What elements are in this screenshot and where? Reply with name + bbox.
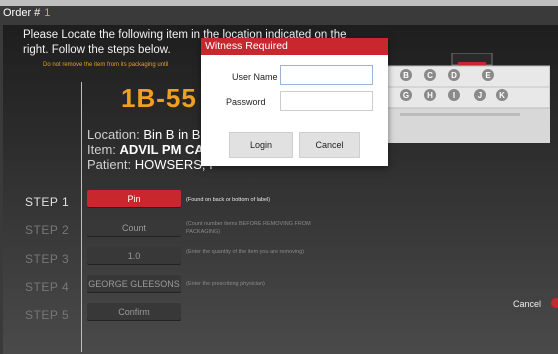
dialog-title: Witness Required — [201, 38, 388, 55]
bin-slot-b-label: B — [403, 71, 409, 80]
bin-slot-i-label: I — [453, 91, 455, 100]
item-info: Item: ADVIL PM CAP — [87, 142, 212, 157]
dialog-cancel-button[interactable]: Cancel — [299, 132, 360, 158]
location-code: 1B-55 — [121, 83, 197, 113]
item-value: ADVIL PM CAP — [119, 142, 213, 157]
cancel-indicator — [551, 298, 558, 308]
order-label: Order # — [3, 7, 41, 19]
step-1-label: STEP 1 — [25, 195, 70, 209]
step-2-hint: (Count number items BEFORE REMOVING FROM… — [186, 221, 311, 235]
step-3-hint: (Enter the quantity of the item you are … — [186, 249, 305, 255]
step-2-label: STEP 2 — [25, 223, 70, 237]
step-divider-line — [81, 82, 82, 352]
bin-slot-d-label: D — [451, 71, 457, 80]
step-4-hint: (Enter the prescribing physician) — [186, 281, 265, 287]
bin-slot-g-label: G — [403, 91, 409, 100]
bin-device-label — [458, 62, 486, 66]
order-number: 1 — [44, 7, 51, 19]
order-header: Order #1 — [3, 7, 50, 19]
bin-slot-e-label: E — [485, 71, 491, 80]
count-button[interactable]: Count — [87, 219, 181, 237]
username-label: User Name — [232, 72, 278, 82]
step-3-label: STEP 3 — [25, 252, 70, 266]
bin-slot-h-label: H — [427, 91, 433, 100]
password-input[interactable] — [280, 91, 373, 111]
bin-illustration: B C D E G H I J K — [370, 53, 550, 143]
bin-drawer-handle — [400, 113, 520, 116]
item-label: Item: — [87, 142, 116, 157]
bin-slot-c-label: C — [427, 71, 433, 80]
quantity-button[interactable]: 1.0 — [87, 247, 181, 265]
packaging-warning: Do not remove the item from its packagin… — [43, 62, 169, 68]
username-input[interactable] — [280, 65, 373, 85]
step-1-hint: (Found on back or bottom of label) — [186, 197, 271, 203]
patient-info: Patient: HOWSERS, I — [87, 157, 213, 172]
step-5-label: STEP 5 — [25, 308, 70, 322]
pin-button[interactable]: Pin — [87, 190, 181, 208]
location-info: Location: Bin B in BIN — [87, 127, 213, 142]
patient-label: Patient: — [87, 157, 132, 172]
login-button[interactable]: Login — [229, 132, 293, 158]
confirm-button[interactable]: Confirm — [87, 303, 181, 321]
bin-slot-j-label: J — [478, 91, 482, 100]
cancel-button[interactable]: Cancel — [513, 299, 541, 309]
step-4-label: STEP 4 — [25, 280, 70, 294]
witness-dialog: Witness Required User Name Password Logi… — [201, 38, 388, 166]
top-bar — [0, 0, 558, 6]
password-label: Password — [226, 97, 266, 107]
physician-button[interactable]: GEORGE GLEESONS — [87, 275, 181, 293]
location-label: Location: — [87, 127, 140, 142]
bin-slot-k-label: K — [499, 91, 505, 100]
bin-drawer — [370, 105, 550, 143]
